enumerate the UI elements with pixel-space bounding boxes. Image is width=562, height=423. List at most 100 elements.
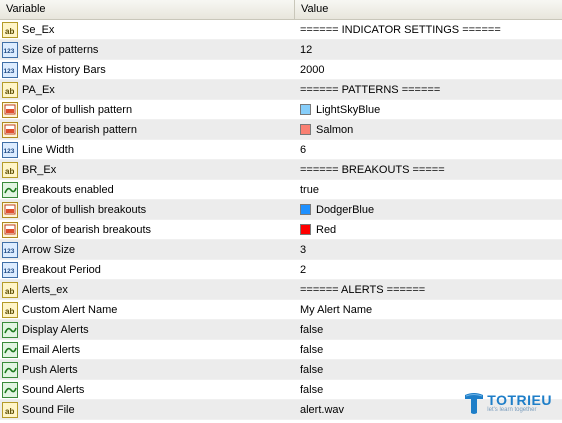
variable-name: Sound Alerts	[22, 383, 85, 396]
table-row[interactable]: Color of bullish pattern LightSkyBlue	[0, 100, 562, 120]
svg-text:ab: ab	[5, 27, 14, 36]
value-text: false	[300, 383, 324, 396]
value-cell[interactable]: ====== BREAKOUTS =====	[296, 160, 562, 179]
variable-name: Color of bullish breakouts	[22, 203, 147, 216]
table-row[interactable]: ab Se_Ex ====== INDICATOR SETTINGS ======	[0, 20, 562, 40]
table-row[interactable]: Color of bearish breakouts Red	[0, 220, 562, 240]
value-cell[interactable]: 6	[296, 140, 562, 159]
table-row[interactable]: ab Alerts_ex ====== ALERTS ======	[0, 280, 562, 300]
table-row[interactable]: 123 Max History Bars 2000	[0, 60, 562, 80]
value-text: true	[300, 183, 319, 196]
text-ab-icon: ab	[2, 301, 18, 318]
svg-text:123: 123	[4, 148, 15, 155]
variable-cell: Color of bullish pattern	[0, 100, 296, 119]
value-cell[interactable]: 3	[296, 240, 562, 259]
value-text: DodgerBlue	[316, 203, 375, 216]
variable-name: Size of patterns	[22, 43, 99, 56]
value-cell[interactable]: LightSkyBlue	[296, 100, 562, 119]
table-header: Variable Value	[0, 0, 562, 20]
variable-cell: ab BR_Ex	[0, 160, 296, 179]
value-cell[interactable]: DodgerBlue	[296, 200, 562, 219]
table-row[interactable]: Display Alerts false	[0, 320, 562, 340]
watermark-logo: TOTRIEU let's learn together	[463, 391, 552, 415]
variable-cell: 123 Line Width	[0, 140, 296, 159]
value-cell[interactable]: false	[296, 340, 562, 359]
value-text: 3	[300, 243, 307, 256]
table-row[interactable]: Breakouts enabled true	[0, 180, 562, 200]
value-cell[interactable]: true	[296, 180, 562, 199]
text-ab-icon: ab	[2, 161, 18, 178]
value-cell[interactable]: ====== PATTERNS ======	[296, 80, 562, 99]
variable-name: Email Alerts	[22, 343, 81, 356]
svg-text:ab: ab	[5, 307, 14, 316]
column-header-value[interactable]: Value	[295, 0, 562, 20]
value-cell[interactable]: ====== ALERTS ======	[296, 280, 562, 299]
table-row[interactable]: ab PA_Ex ====== PATTERNS ======	[0, 80, 562, 100]
variable-name: Se_Ex	[22, 23, 55, 36]
variable-name: Display Alerts	[22, 323, 89, 336]
boolean-icon	[2, 381, 18, 398]
value-cell[interactable]: ====== INDICATOR SETTINGS ======	[296, 20, 562, 39]
value-text: alert.wav	[300, 403, 345, 416]
value-text: 12	[300, 43, 313, 56]
watermark-tagline: let's learn together	[487, 406, 537, 413]
integer-123-icon: 123	[2, 41, 18, 58]
table-row[interactable]: Color of bullish breakouts DodgerBlue	[0, 200, 562, 220]
value-text: 2000	[300, 63, 325, 76]
color-icon	[2, 221, 18, 238]
color-swatch	[300, 224, 311, 235]
watermark-brand: TOTRIEU	[487, 391, 552, 408]
svg-text:123: 123	[4, 68, 15, 75]
value-text: false	[300, 343, 324, 356]
variable-name: Color of bearish pattern	[22, 123, 137, 136]
integer-123-icon: 123	[2, 61, 18, 78]
column-header-variable[interactable]: Variable	[0, 0, 295, 20]
variable-name: Breakout Period	[22, 263, 101, 276]
table-row[interactable]: Email Alerts false	[0, 340, 562, 360]
table-row[interactable]: Push Alerts false	[0, 360, 562, 380]
variable-cell: Sound Alerts	[0, 380, 296, 399]
svg-text:123: 123	[4, 268, 15, 275]
variable-cell: 123 Max History Bars	[0, 60, 296, 79]
value-cell[interactable]: 12	[296, 40, 562, 59]
variable-name: Custom Alert Name	[22, 303, 118, 316]
integer-123-icon: 123	[2, 261, 18, 278]
variable-name: Sound File	[22, 403, 75, 416]
table-row[interactable]: ab BR_Ex ====== BREAKOUTS =====	[0, 160, 562, 180]
variable-cell: Push Alerts	[0, 360, 296, 379]
value-text: ====== INDICATOR SETTINGS ======	[300, 23, 501, 36]
variable-cell: 123 Arrow Size	[0, 240, 296, 259]
variable-cell: Color of bearish breakouts	[0, 220, 296, 239]
variable-cell: 123 Size of patterns	[0, 40, 296, 59]
value-text: ====== BREAKOUTS =====	[300, 163, 445, 176]
svg-text:ab: ab	[5, 87, 14, 96]
value-text: 2	[300, 263, 307, 276]
value-cell[interactable]: My Alert Name	[296, 300, 562, 319]
variable-cell: Color of bearish pattern	[0, 120, 296, 139]
table-row[interactable]: 123 Arrow Size 3	[0, 240, 562, 260]
variable-name: Push Alerts	[22, 363, 78, 376]
value-cell[interactable]: false	[296, 360, 562, 379]
value-cell[interactable]: 2000	[296, 60, 562, 79]
table-row[interactable]: ab Custom Alert Name My Alert Name	[0, 300, 562, 320]
svg-text:ab: ab	[5, 287, 14, 296]
value-cell[interactable]: Salmon	[296, 120, 562, 139]
variable-cell: Color of bullish breakouts	[0, 200, 296, 219]
table-row[interactable]: Color of bearish pattern Salmon	[0, 120, 562, 140]
text-ab-icon: ab	[2, 401, 18, 418]
variable-name: Max History Bars	[22, 63, 106, 76]
color-icon	[2, 121, 18, 138]
boolean-icon	[2, 321, 18, 338]
svg-text:123: 123	[4, 248, 15, 255]
svg-text:123: 123	[4, 48, 15, 55]
table-row[interactable]: 123 Size of patterns 12	[0, 40, 562, 60]
variable-cell: 123 Breakout Period	[0, 260, 296, 279]
totrieu-logo-icon	[465, 393, 484, 414]
value-cell[interactable]: Red	[296, 220, 562, 239]
table-row[interactable]: 123 Breakout Period 2	[0, 260, 562, 280]
variable-name: Breakouts enabled	[22, 183, 114, 196]
value-cell[interactable]: false	[296, 320, 562, 339]
value-cell[interactable]: 2	[296, 260, 562, 279]
variable-name: PA_Ex	[22, 83, 55, 96]
table-row[interactable]: 123 Line Width 6	[0, 140, 562, 160]
